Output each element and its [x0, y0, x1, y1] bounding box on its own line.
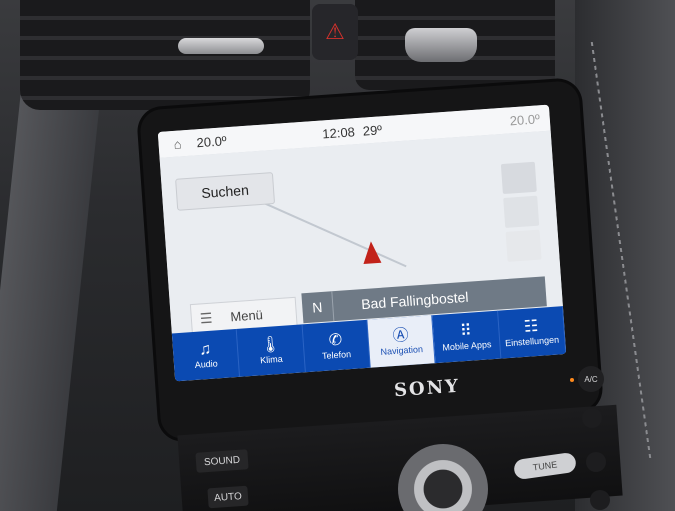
- tab-klima[interactable]: 🌡 Klima: [237, 324, 306, 377]
- outside-temperature: 29º: [362, 121, 383, 139]
- phone-icon: ✆: [328, 331, 343, 350]
- defrost-button[interactable]: [582, 408, 602, 428]
- clock: 12:08: [321, 123, 356, 141]
- tab-navigation[interactable]: Ⓐ Navigation: [367, 315, 436, 368]
- navigation-icon: Ⓐ: [392, 326, 410, 346]
- map-control-button[interactable]: [505, 229, 542, 262]
- current-location: Bad Fallingbostel: [360, 288, 469, 313]
- thermometer-icon: 🌡: [259, 335, 282, 355]
- menu-icon: ☰: [199, 309, 213, 326]
- tab-mobile-apps[interactable]: ⠿ Mobile Apps: [432, 310, 502, 364]
- settings-sliders-icon: ☷: [523, 317, 539, 336]
- hazard-button[interactable]: ⚠: [312, 4, 358, 60]
- tab-einstellungen[interactable]: ☷ Einstellungen: [497, 306, 567, 359]
- home-icon[interactable]: ⌂: [166, 132, 189, 155]
- apps-grid-icon: ⠿: [459, 322, 473, 341]
- tab-label: Mobile Apps: [442, 339, 492, 353]
- map-control-button[interactable]: [500, 161, 537, 195]
- search-button[interactable]: Suchen: [175, 172, 276, 211]
- ac-indicator-led: [570, 378, 574, 382]
- hazard-triangle-icon: ⚠: [325, 19, 345, 44]
- tab-audio[interactable]: ♫ Audio: [171, 328, 241, 382]
- tab-label: Einstellungen: [504, 334, 560, 349]
- tab-label: Navigation: [380, 344, 424, 357]
- left-air-vent: [20, 0, 310, 110]
- current-position-arrow-icon: [361, 240, 382, 264]
- driver-temperature[interactable]: 20.0º: [196, 133, 227, 150]
- right-vent-knob[interactable]: [405, 28, 477, 62]
- passenger-temperature[interactable]: 20.0º: [509, 111, 540, 128]
- infotainment-screen: ⌂ 20.0º 12:08 29º 20.0º Suchen N Bad Fal…: [157, 104, 567, 382]
- compass-indicator[interactable]: N: [301, 291, 335, 324]
- map-control-button[interactable]: [503, 195, 540, 228]
- left-vent-knob[interactable]: [178, 38, 264, 54]
- music-note-icon: ♫: [198, 340, 212, 359]
- ac-button[interactable]: A/C: [578, 366, 604, 392]
- menu-label: Menü: [229, 306, 264, 324]
- auto-button[interactable]: AUTO: [207, 485, 249, 509]
- tab-label: Telefon: [321, 349, 352, 362]
- recirculation-button[interactable]: [586, 452, 606, 472]
- tab-label: Klima: [259, 353, 283, 366]
- tab-telefon[interactable]: ✆ Telefon: [302, 319, 371, 373]
- sound-button[interactable]: SOUND: [195, 449, 249, 473]
- car-interior: ⚠ ⌂ 20.0º 12:08 29º 20.0º Suchen N Bad F…: [0, 0, 675, 511]
- power-button[interactable]: [590, 490, 610, 510]
- tab-label: Audio: [194, 358, 219, 370]
- left-trim: [0, 70, 104, 511]
